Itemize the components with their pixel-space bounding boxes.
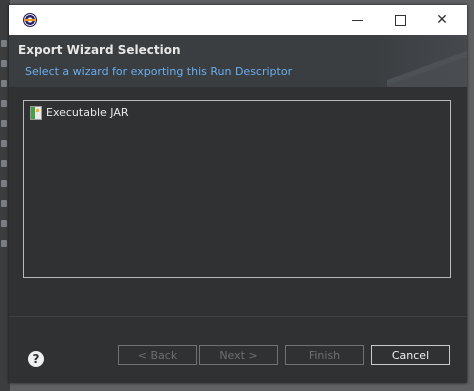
back-button[interactable]: < Back [118, 345, 197, 365]
wizard-footer: ? < Back Next > Finish Cancel [9, 317, 467, 383]
tree-item-label: Executable JAR [46, 106, 129, 119]
jar-icon [30, 105, 42, 120]
wizard-title: Export Wizard Selection [18, 43, 181, 57]
cancel-button[interactable]: Cancel [371, 345, 450, 365]
title-bar [9, 5, 467, 35]
header-banner-graphic [387, 35, 467, 87]
minimize-button[interactable] [334, 5, 380, 35]
close-button[interactable] [419, 5, 465, 35]
eclipse-icon [23, 13, 37, 27]
wizard-description: Select a wizard for exporting this Run D… [25, 65, 293, 78]
wizard-tree[interactable]: Executable JAR [23, 100, 451, 278]
tree-item-executable-jar[interactable]: Executable JAR [30, 104, 128, 121]
maximize-button[interactable] [377, 5, 423, 35]
help-icon[interactable]: ? [28, 351, 44, 367]
next-button[interactable]: Next > [199, 345, 278, 365]
wizard-content: Executable JAR [9, 87, 467, 317]
export-wizard-dialog: Export Wizard Selection Select a wizard … [9, 5, 467, 383]
finish-button[interactable]: Finish [285, 345, 364, 365]
wizard-header: Export Wizard Selection Select a wizard … [9, 35, 467, 87]
